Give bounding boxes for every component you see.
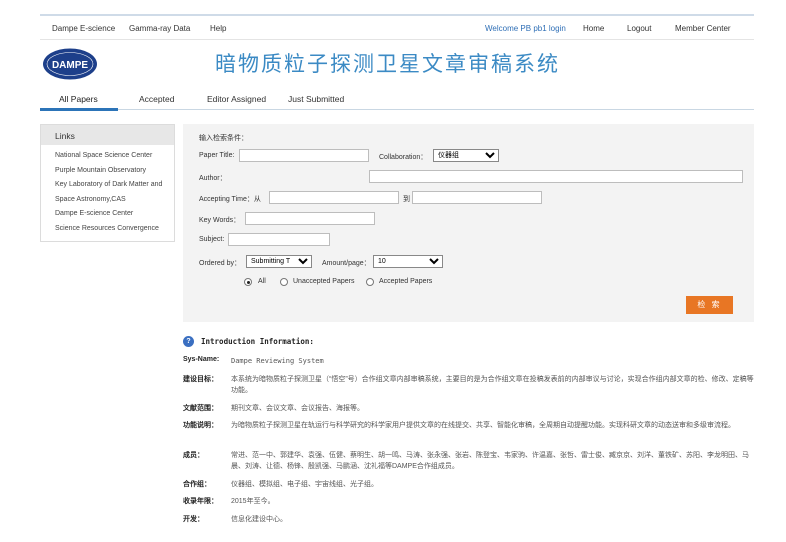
info-icon: ? <box>183 336 194 347</box>
radio-unaccepted[interactable] <box>280 278 288 286</box>
tab-just-submitted[interactable]: Just Submitted <box>288 94 344 104</box>
search-button[interactable]: 检 索 <box>686 296 733 314</box>
link-item[interactable]: Key Laboratory of Dark Matter and <box>55 178 174 193</box>
amount-label: Amount/page： <box>322 260 371 267</box>
link-item[interactable]: National Space Science Center <box>55 149 174 164</box>
intro-value: 2015年至今。 <box>231 498 275 505</box>
intro-key: 功能说明： <box>183 422 218 429</box>
intro-value: 信息化建设中心。 <box>231 516 287 523</box>
intro-key: Sys-Name: <box>183 356 220 363</box>
intro-key: 建设目标： <box>183 376 218 383</box>
welcome-login[interactable]: Welcome PB pb1 login <box>485 24 566 33</box>
intro-value: 为暗物质粒子探测卫星在轨运行与科学研究的科学家用户提供文章的在线提交、共享、智能… <box>231 422 735 429</box>
top-nav: Dampe E-science Gamma-ray Data Help Welc… <box>40 14 754 40</box>
links-panel: Links National Space Science Center Purp… <box>40 124 175 242</box>
nav-member-center[interactable]: Member Center <box>675 24 731 33</box>
radio-unaccepted-label: Unaccepted Papers <box>293 278 355 285</box>
intro-key: 成员： <box>183 452 204 459</box>
intro-value: 期刊文章、会议文章、会议报告、海报等。 <box>231 405 364 412</box>
tab-all-papers[interactable]: All Papers <box>59 94 98 104</box>
nav-logout[interactable]: Logout <box>627 24 651 33</box>
link-item[interactable]: Dampe E-science Center <box>55 207 174 222</box>
keywords-label: Key Words： <box>199 217 241 224</box>
paper-title-input[interactable] <box>239 149 369 162</box>
radio-all[interactable] <box>244 278 252 286</box>
intro-value: 常进、范一中、郭建华、袁强、伍健、蔡明生、胡一鸣、马涛、张永强、张岩、陈登宝、韦… <box>231 452 749 470</box>
page-title: 暗物质粒子探测卫星文章审稿系统 <box>215 52 560 76</box>
nav-home[interactable]: Home <box>583 24 604 33</box>
active-tab-indicator <box>40 108 118 111</box>
intro-key: 开发： <box>183 516 204 523</box>
keywords-input[interactable] <box>245 212 375 225</box>
nav-gamma-ray-data[interactable]: Gamma-ray Data <box>129 24 190 33</box>
search-heading: 输入检索条件： <box>199 135 248 142</box>
author-input[interactable] <box>369 170 743 183</box>
radio-accepted-label: Accepted Papers <box>379 278 433 285</box>
link-item[interactable]: Purple Mountain Observatory <box>55 164 174 179</box>
to-label: 到 <box>403 196 410 203</box>
intro-key: 收录年限： <box>183 498 218 505</box>
ordered-by-label: Ordered by： <box>199 260 242 267</box>
tab-accepted[interactable]: Accepted <box>139 94 174 104</box>
radio-accepted[interactable] <box>366 278 374 286</box>
link-item[interactable]: Space Astronomy,CAS <box>55 193 174 208</box>
subject-label: Subject: <box>199 236 225 243</box>
ordered-by-select[interactable]: Submitting T <box>246 255 312 268</box>
author-label: Author： <box>199 175 227 182</box>
intro-key: 文献范围： <box>183 405 218 412</box>
paper-title-label: Paper Title: <box>199 152 235 159</box>
logo-text: DAMPE <box>52 60 88 71</box>
collaboration-label: Collaboration： <box>379 154 428 161</box>
link-item[interactable]: Science Resources Convergence <box>55 222 174 237</box>
tab-editor-assigned[interactable]: Editor Assigned <box>207 94 266 104</box>
intro-value: 本系统为暗物质粒子探测卫星（“悟空”号）合作组文章内部审稿系统，主要目的是为合作… <box>231 376 754 394</box>
collaboration-select[interactable]: 仪器组 <box>433 149 499 162</box>
nav-dampe-escience[interactable]: Dampe E-science <box>52 24 115 33</box>
search-panel: 输入检索条件： Paper Title: Collaboration： 仪器组 … <box>183 124 754 322</box>
subject-input[interactable] <box>228 233 330 246</box>
nav-help[interactable]: Help <box>210 24 226 33</box>
accepting-time-label: Accepting Time：从 <box>199 196 261 203</box>
links-title: Links <box>41 125 174 145</box>
intro-value: 仪器组、模拟组、电子组、宇宙线组、光子组。 <box>231 481 378 488</box>
intro-key: 合作组： <box>183 481 211 488</box>
radio-all-label: All <box>258 278 266 285</box>
amount-select[interactable]: 10 <box>373 255 443 268</box>
intro-value: Dampe Reviewing System <box>231 357 324 365</box>
accepting-time-from-input[interactable] <box>269 191 399 204</box>
dampe-logo[interactable]: DAMPE <box>42 48 98 80</box>
paper-tabs: All Papers Accepted Editor Assigned Just… <box>40 88 754 111</box>
accepting-time-to-input[interactable] <box>412 191 542 204</box>
intro-title: Introduction Information: <box>201 337 314 346</box>
